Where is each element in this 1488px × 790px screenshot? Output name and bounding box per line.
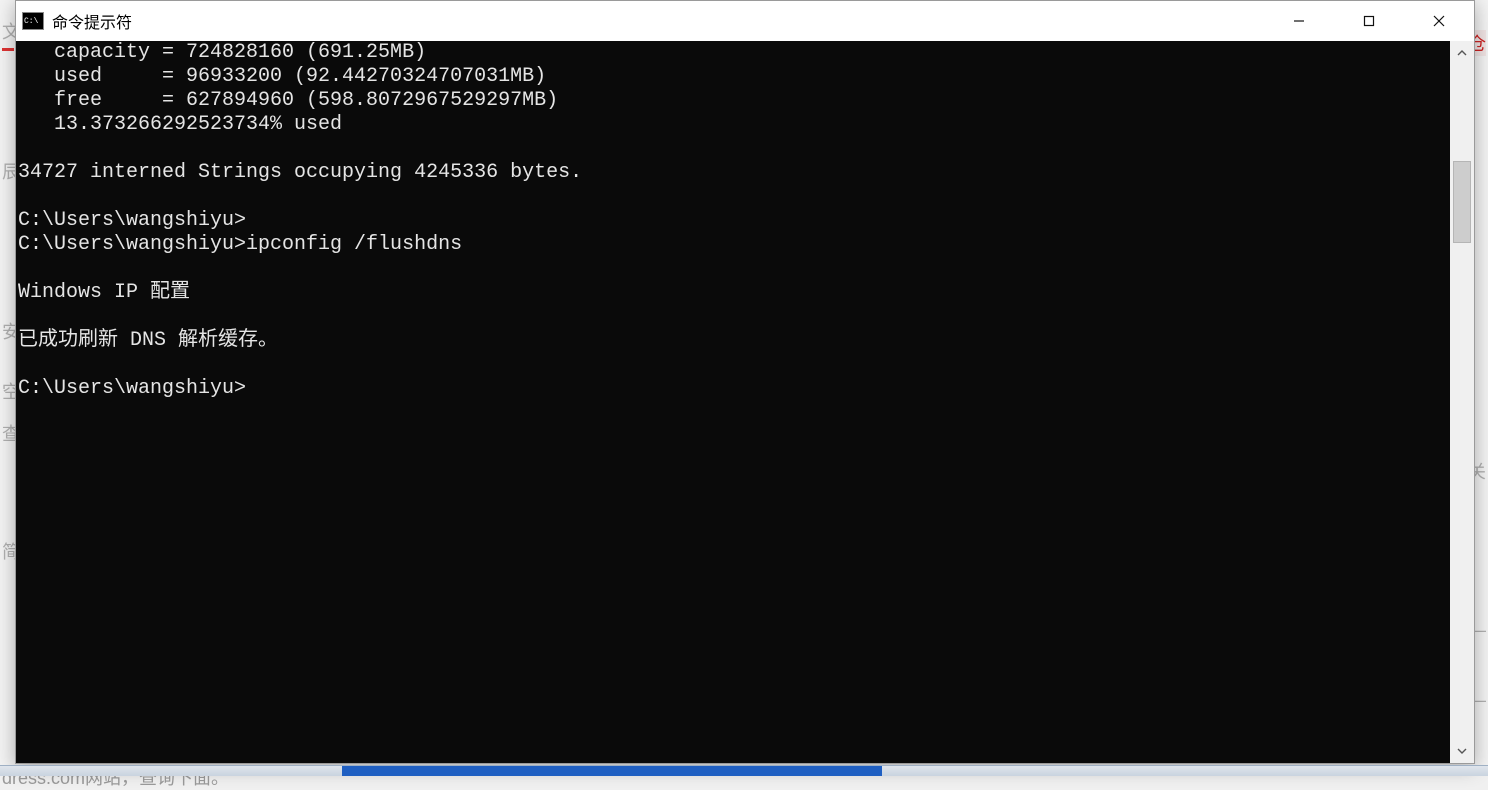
minimize-button[interactable] [1264,1,1334,41]
terminal-area: capacity = 724828160 (691.25MB) used = 9… [16,41,1474,763]
cmd-icon: C:\ [22,12,44,30]
terminal-line: C:\Users\wangshiyu> [18,377,1450,401]
terminal-line: capacity = 724828160 (691.25MB) [18,41,1450,65]
terminal-line [18,353,1450,377]
terminal-line: C:\Users\wangshiyu>ipconfig /flushdns [18,233,1450,257]
scroll-up-arrow-icon[interactable] [1450,41,1474,65]
maximize-button[interactable] [1334,1,1404,41]
window-title: 命令提示符 [52,9,132,33]
terminal-line: 13.373266292523734% used [18,113,1450,137]
scroll-thumb[interactable] [1453,161,1471,243]
terminal-line: used = 96933200 (92.44270324707031MB) [18,65,1450,89]
terminal-line: free = 627894960 (598.8072967529297MB) [18,89,1450,113]
cmd-window: C:\ 命令提示符 capacity = 724828160 (691.25MB… [15,0,1475,764]
svg-text:C:\: C:\ [24,17,39,26]
terminal-line [18,137,1450,161]
terminal-line [18,305,1450,329]
taskbar[interactable] [0,765,1488,776]
scroll-down-arrow-icon[interactable] [1450,739,1474,763]
terminal-line: C:\Users\wangshiyu> [18,209,1450,233]
terminal-line: Windows IP 配置 [18,281,1450,305]
terminal-output[interactable]: capacity = 724828160 (691.25MB) used = 9… [16,41,1450,763]
terminal-line [18,185,1450,209]
titlebar[interactable]: C:\ 命令提示符 [16,1,1474,41]
close-button[interactable] [1404,1,1474,41]
terminal-line: 34727 interned Strings occupying 4245336… [18,161,1450,185]
taskbar-active-item[interactable] [342,766,882,776]
terminal-line: 已成功刷新 DNS 解析缓存。 [18,329,1450,353]
bg-red-stripe [2,48,14,51]
window-controls [1264,1,1474,41]
vertical-scrollbar[interactable] [1450,41,1474,763]
terminal-line [18,257,1450,281]
